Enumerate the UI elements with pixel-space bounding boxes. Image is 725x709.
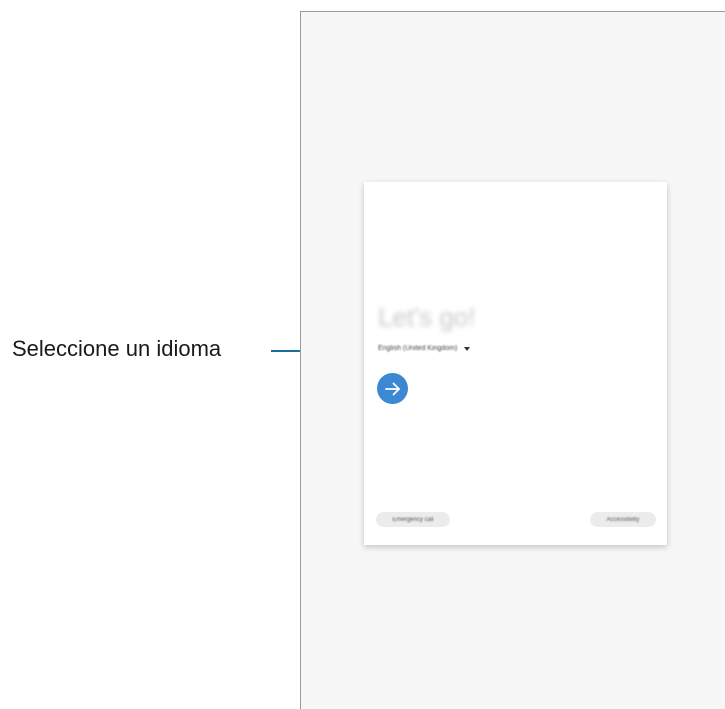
language-select[interactable]: English (United Kingdom) [378, 345, 471, 352]
chevron-down-icon [464, 346, 471, 351]
next-button[interactable] [377, 373, 408, 404]
callout-label: Seleccione un idioma [12, 336, 222, 361]
emergency-call-button[interactable]: Emergency call [376, 512, 450, 527]
accessibility-button[interactable]: Accessibility [590, 512, 656, 527]
arrow-right-icon [384, 382, 400, 395]
manual-figure: Seleccione un idioma Let's go! English (… [0, 0, 725, 709]
emergency-call-label: Emergency call [392, 516, 434, 523]
dialog-title: Let's go! [378, 302, 476, 332]
welcome-dialog: Let's go! English (United Kingdom) Emerg… [364, 182, 667, 545]
accessibility-label: Accessibility [606, 516, 640, 523]
language-select-value: English (United Kingdom) [378, 345, 458, 352]
